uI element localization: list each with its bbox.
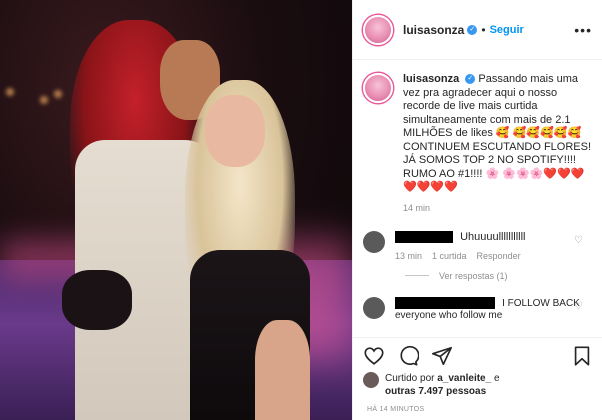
liker-avatar[interactable] [363,372,379,388]
bokeh-light [54,90,62,98]
liked-by-others[interactable]: outras 7.497 pessoas [385,386,486,397]
share-icon[interactable] [431,345,453,367]
redacted-username [395,296,495,309]
verified-badge-icon: ✓ [467,24,478,35]
commenter-avatar[interactable] [363,296,385,319]
post-actions-area: Curtido por a_vanleite_ e outras 7.497 p… [353,337,602,413]
more-options-icon[interactable]: ••• [574,22,592,38]
replies-line [405,275,429,277]
comments-section[interactable]: luisasonza ✓ Passando mais uma vez pra a… [353,61,602,337]
liked-by-prefix: Curtido por [385,373,435,384]
bookmark-icon[interactable] [571,345,593,367]
comment-item: Uhuuuulllllllllll 13 min 1 curtida Respo… [353,230,602,261]
reply-button[interactable]: Responder [477,251,521,261]
comment-like-heart-icon[interactable]: ♡ [574,235,583,246]
comment-time: 13 min [395,250,423,261]
comment-meta: 13 min 1 curtida Responder [395,251,585,261]
verified-badge-icon: ✓ [465,74,476,85]
comment-icon[interactable] [397,345,419,367]
leg [255,320,310,420]
view-replies-button[interactable]: Ver respostas (1) [405,271,602,281]
action-bar [353,338,602,368]
comment-likes[interactable]: 1 curtida [432,251,467,261]
comment-like-heart-icon[interactable]: ♡ [574,301,583,312]
liked-by: Curtido por a_vanleite_ e outras 7.497 p… [353,368,602,398]
comment-text: Uhuuuulllllllllll [460,230,526,243]
post-side-panel: luisasonza ✓ • Seguir ••• luisasonza ✓ P… [352,0,602,420]
author-username[interactable]: luisasonza [403,23,464,37]
liked-by-user[interactable]: a_vanleite_ [437,373,491,384]
woman-face [205,95,265,167]
liked-by-text: Curtido por a_vanleite_ e outras 7.497 p… [385,372,500,398]
post-photo[interactable] [0,0,352,420]
bokeh-light [40,96,48,104]
caption-username[interactable]: luisasonza [403,73,459,85]
redacted-username [395,230,453,243]
author-avatar[interactable] [363,14,393,45]
comment-body: I FOLLOW BACK everyone who follow me [395,296,585,321]
caption-avatar[interactable] [363,73,393,103]
caption-time: 14 min [403,202,431,213]
caption: luisasonza ✓ Passando mais uma vez pra a… [353,61,602,195]
comment-body: Uhuuuulllllllllll 13 min 1 curtida Respo… [395,231,585,261]
caption-text-block: luisasonza ✓ Passando mais uma vez pra a… [403,73,593,195]
bokeh-light [6,88,14,96]
follow-button[interactable]: Seguir [490,24,524,36]
caption-text: Passando mais uma vez pra agradecer aqui… [403,73,592,193]
view-replies-label: Ver respostas (1) [439,270,508,281]
heart-icon[interactable] [363,345,385,367]
liked-by-connector: e [493,373,500,384]
comment-item: I FOLLOW BACK everyone who follow me ♡ [353,296,602,321]
post-timestamp[interactable]: HÁ 14 MINUTOS [353,398,602,413]
commenter-avatar[interactable] [363,230,385,253]
post-header: luisasonza ✓ • Seguir ••• [353,0,602,60]
header-separator: • [481,22,486,37]
black-glove [62,270,132,330]
